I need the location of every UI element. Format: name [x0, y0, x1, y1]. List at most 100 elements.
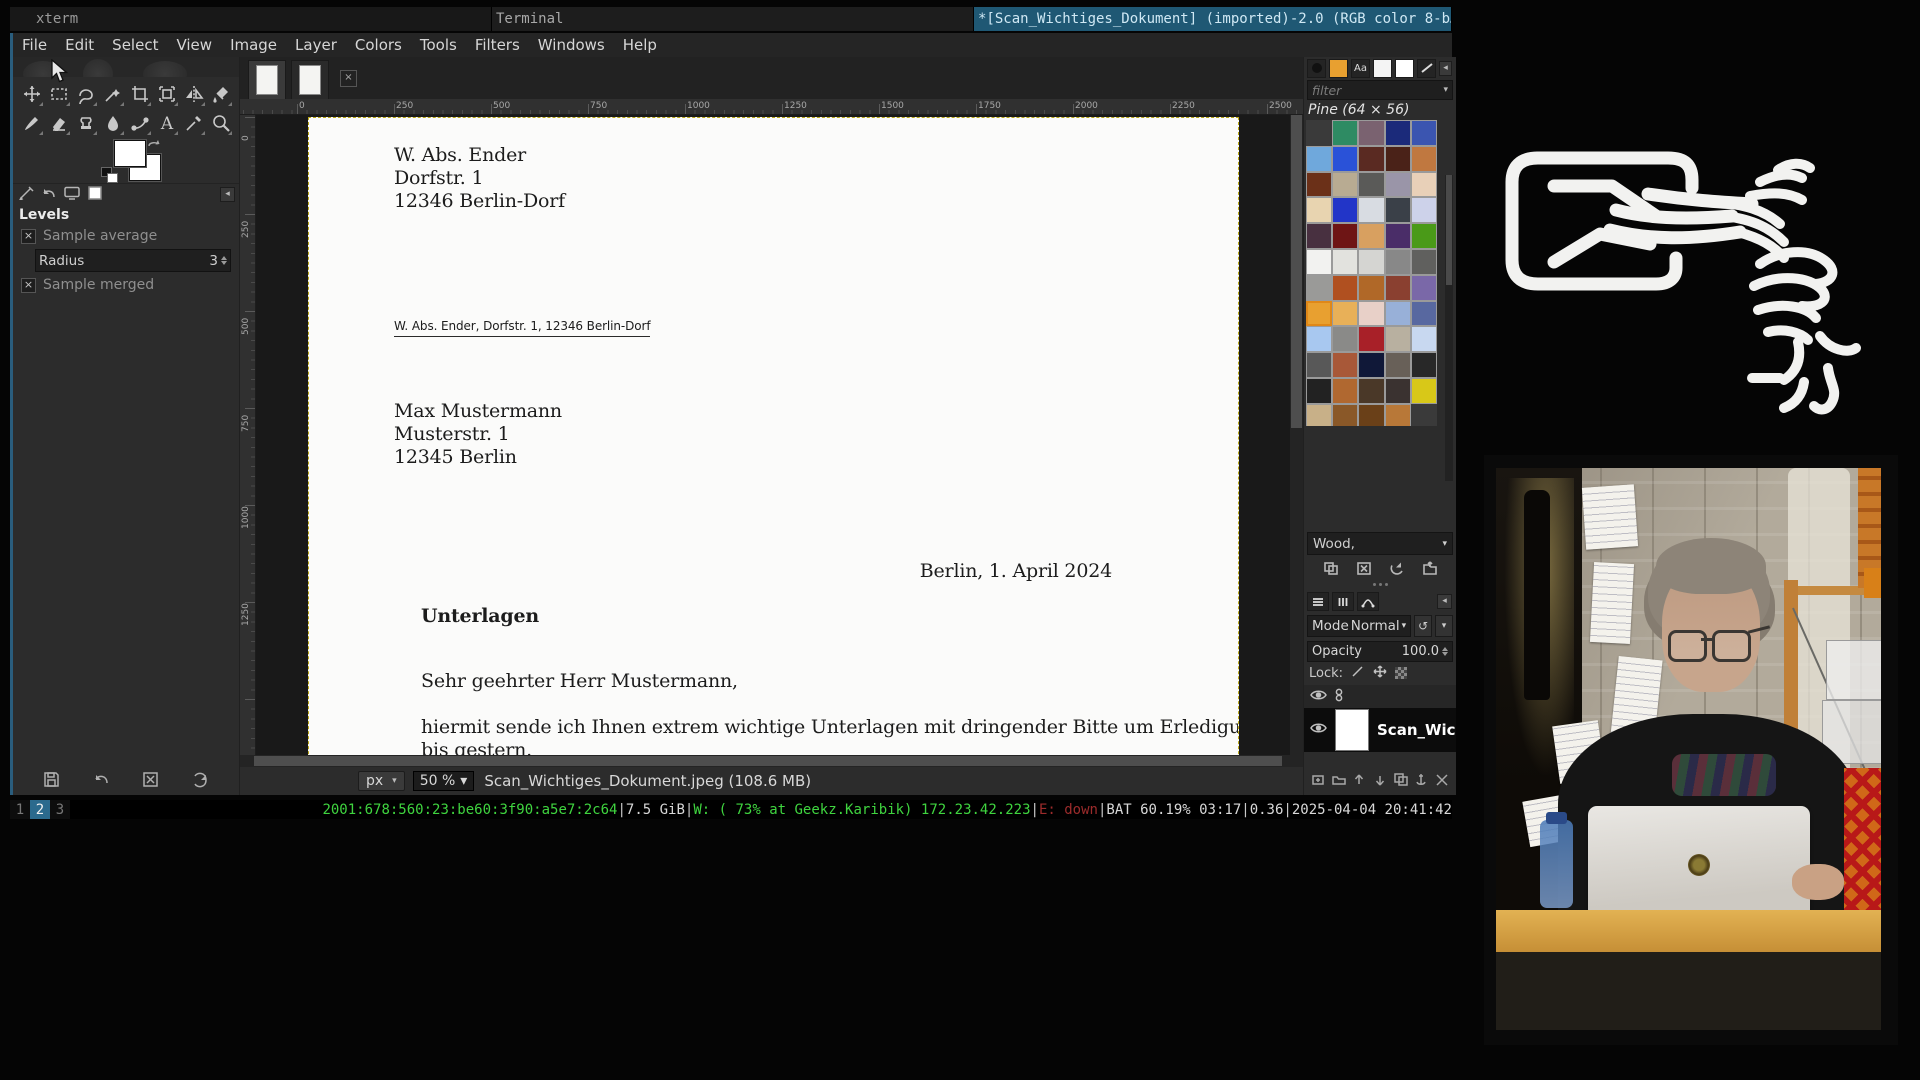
pattern-cell[interactable] — [1332, 404, 1358, 426]
pattern-cell[interactable] — [1411, 197, 1437, 223]
undo-history-icon[interactable] — [41, 185, 57, 204]
pattern-cell[interactable] — [1411, 301, 1437, 327]
image-tab-inactive[interactable] — [291, 60, 329, 99]
document-page[interactable]: W. Abs. EnderDorfstr. 112346 Berlin-Dorf… — [308, 117, 1239, 755]
pattern-cell[interactable] — [1358, 352, 1384, 378]
menu-select[interactable]: Select — [103, 35, 167, 55]
pattern-cell[interactable] — [1385, 275, 1411, 301]
workspace-1[interactable]: 1 — [10, 800, 30, 819]
opacity-spinner[interactable] — [1442, 647, 1448, 656]
layers-dock-collapse-button[interactable]: ◂ — [1437, 594, 1452, 609]
reset-options-icon[interactable] — [192, 771, 209, 792]
pattern-cell[interactable] — [1358, 146, 1384, 172]
pattern-scrollbar-thumb[interactable] — [1446, 175, 1452, 285]
new-layer-icon[interactable] — [1310, 772, 1326, 792]
pattern-cell[interactable] — [1358, 301, 1384, 327]
foreground-color-swatch[interactable] — [114, 140, 146, 167]
menu-help[interactable]: Help — [614, 35, 666, 55]
new-group-icon[interactable] — [1331, 772, 1347, 792]
pattern-cell[interactable] — [1411, 275, 1437, 301]
pattern-cell[interactable] — [1358, 197, 1384, 223]
pattern-cell[interactable] — [1306, 275, 1332, 301]
delete-preset-icon[interactable] — [142, 771, 159, 792]
menu-edit[interactable]: Edit — [56, 35, 103, 55]
pattern-cell[interactable] — [1385, 197, 1411, 223]
pattern-cell[interactable] — [1385, 172, 1411, 198]
pattern-cell[interactable] — [1332, 249, 1358, 275]
mode-switch-icon[interactable]: ▾ — [1435, 615, 1453, 637]
pattern-cell[interactable] — [1332, 120, 1358, 146]
wm-tab-terminal[interactable]: Terminal — [492, 7, 974, 31]
tool-options-icon[interactable] — [19, 185, 35, 204]
pattern-cell[interactable] — [1411, 120, 1437, 146]
menu-layer[interactable]: Layer — [286, 35, 346, 55]
gradients-tab-icon[interactable] — [1395, 59, 1414, 78]
pattern-cell[interactable] — [1385, 301, 1411, 327]
pattern-cell[interactable] — [1306, 249, 1332, 275]
pattern-cell[interactable] — [1358, 223, 1384, 249]
visibility-header-icon[interactable] — [1310, 689, 1327, 705]
mode-reset-icon[interactable]: ↺ — [1414, 615, 1432, 637]
menu-view[interactable]: View — [167, 35, 221, 55]
wm-tab-xterm[interactable]: xterm — [10, 7, 492, 31]
free-select-tool-icon[interactable] — [72, 79, 99, 108]
clone-tool-icon[interactable] — [72, 108, 99, 137]
pattern-cell[interactable] — [1332, 275, 1358, 301]
pattern-cell[interactable] — [1332, 197, 1358, 223]
vertical-scrollbar-thumb[interactable] — [1291, 115, 1302, 428]
layers-tab-icon[interactable] — [1307, 592, 1329, 611]
workspace-2[interactable]: 2 — [30, 800, 50, 819]
color-picker-tool-icon[interactable] — [180, 108, 207, 137]
pattern-cell[interactable] — [1332, 223, 1358, 249]
pattern-cell[interactable] — [1411, 326, 1437, 352]
lock-position-icon[interactable] — [1373, 665, 1387, 682]
menu-windows[interactable]: Windows — [529, 35, 614, 55]
paths-tab-icon[interactable] — [1357, 592, 1379, 611]
pattern-cell[interactable] — [1332, 326, 1358, 352]
pattern-scrollbar[interactable] — [1445, 175, 1453, 481]
menu-image[interactable]: Image — [221, 35, 286, 55]
pattern-cell[interactable] — [1411, 146, 1437, 172]
layer-visibility-icon[interactable] — [1310, 722, 1327, 738]
brushes-tab-icon[interactable] — [1307, 59, 1326, 78]
paths-tool-icon[interactable] — [126, 108, 153, 137]
fonts-tab-icon[interactable]: Aa — [1351, 59, 1370, 78]
duplicate-layer-icon[interactable] — [1393, 772, 1409, 792]
unified-transform-tool-icon[interactable] — [153, 79, 180, 108]
refresh-patterns-icon[interactable] — [1389, 561, 1405, 580]
pattern-cell[interactable] — [1306, 197, 1332, 223]
vertical-scrollbar[interactable] — [1290, 115, 1303, 755]
workspace-3[interactable]: 3 — [50, 800, 70, 819]
save-preset-icon[interactable] — [43, 771, 60, 792]
pattern-cell[interactable] — [1332, 146, 1358, 172]
pattern-cell[interactable] — [1306, 326, 1332, 352]
pattern-cell[interactable] — [1411, 404, 1437, 426]
raise-layer-icon[interactable] — [1351, 772, 1367, 792]
radius-spinner[interactable] — [221, 256, 227, 265]
flip-tool-icon[interactable] — [180, 79, 207, 108]
zoom-combo[interactable]: 50 %▾ — [413, 771, 475, 791]
delete-pattern-icon[interactable] — [1356, 561, 1372, 580]
pattern-cell[interactable] — [1306, 404, 1332, 426]
device-status-icon[interactable] — [63, 185, 81, 204]
pattern-cell[interactable] — [1385, 146, 1411, 172]
duplicate-pattern-icon[interactable] — [1323, 561, 1339, 580]
default-colors-icon[interactable] — [107, 173, 118, 183]
pattern-cell[interactable] — [1358, 172, 1384, 198]
open-pattern-icon[interactable] — [1422, 561, 1438, 580]
crop-tool-icon[interactable] — [126, 79, 153, 108]
menu-filters[interactable]: Filters — [466, 35, 529, 55]
move-tool-icon[interactable] — [18, 79, 45, 108]
patterns-dock-collapse-button[interactable]: ◂ — [1439, 61, 1452, 76]
opacity-slider[interactable]: Opacity 100.0 — [1307, 641, 1453, 662]
pattern-cell[interactable] — [1385, 223, 1411, 249]
delete-layer-icon[interactable] — [1434, 772, 1450, 792]
pattern-cell[interactable] — [1306, 301, 1332, 327]
swap-colors-icon[interactable] — [147, 138, 161, 150]
wm-tab-gimp-active[interactable]: *[Scan_Wichtiges_Dokument] (imported)-2.… — [974, 7, 1452, 31]
pattern-cell[interactable] — [1358, 378, 1384, 404]
dock-collapse-button[interactable]: ◂ — [220, 187, 235, 202]
pattern-cell[interactable] — [1385, 352, 1411, 378]
pattern-cell[interactable] — [1411, 378, 1437, 404]
pattern-cell[interactable] — [1306, 146, 1332, 172]
